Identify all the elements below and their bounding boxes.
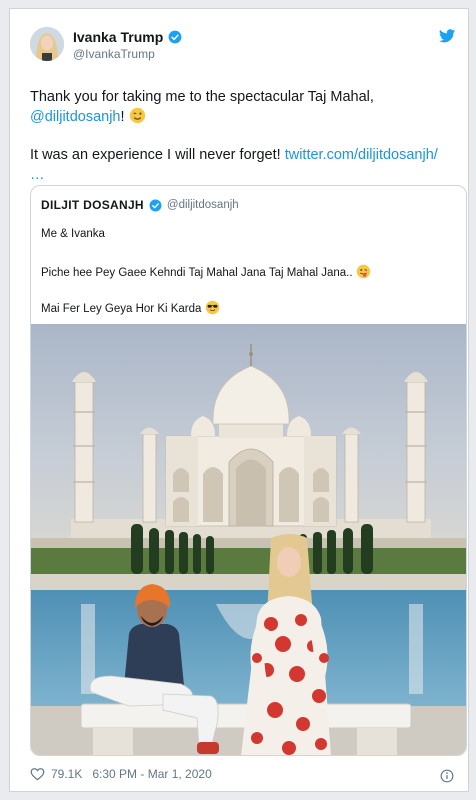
tweet-text: Thank you for taking me to the spectacul… [30,87,460,127]
tongue-face-icon [356,264,371,279]
tweet-text-line1: Thank you for taking me to the spectacul… [30,89,374,105]
quoted-author-name[interactable]: DILJIT DOSANJH [41,198,144,212]
tweet-card: Ivanka Trump @IvankaTrump Thank you for … [9,8,469,792]
twitter-bird-icon[interactable] [438,27,456,45]
quoted-line-3: Mai Fer Ley Geya Hor Ki Karda [41,303,202,315]
info-icon[interactable] [440,769,454,783]
tweet-footer: 79.1K 6:30 PM - Mar 1, 2020 [30,767,212,781]
verified-icon [149,199,162,211]
avatar[interactable] [30,27,64,61]
timestamp[interactable]: 6:30 PM - Mar 1, 2020 [92,767,211,781]
tweet-link[interactable]: twitter.com/diljitdosanjh/ [285,147,438,163]
quoted-tweet[interactable]: DILJIT DOSANJH @diljitdosanjh Me & Ivank… [30,185,467,756]
quoted-line-3-wrap: Mai Fer Ley Geya Hor Ki Karda [41,300,220,315]
quoted-author-handle[interactable]: @diljitdosanjh [167,199,239,211]
quoted-line-1: Me & Ivanka [41,228,105,240]
quoted-line-2: Piche hee Pey Gaee Kehndi Taj Mahal Jana… [41,267,353,279]
quoted-line-2-wrap: Piche hee Pey Gaee Kehndi Taj Mahal Jana… [41,264,371,279]
link-ellipsis: … [30,167,45,183]
verified-icon [168,30,182,44]
sunglasses-face-icon [205,300,219,315]
mention-suffix: ! [120,109,125,125]
author-name[interactable]: Ivanka Trump [73,29,163,45]
like-count[interactable]: 79.1K [51,767,82,781]
author-handle[interactable]: @IvankaTrump [73,47,155,61]
tweet-text-second: It was an experience I will never forget… [30,145,460,185]
mention-link[interactable]: @diljitdosanjh [30,109,121,125]
heart-icon[interactable] [30,767,45,781]
tweet-text-line2: It was an experience I will never forget… [30,147,281,163]
winking-face-icon [129,107,145,124]
taj-mahal-photo[interactable] [31,324,466,756]
